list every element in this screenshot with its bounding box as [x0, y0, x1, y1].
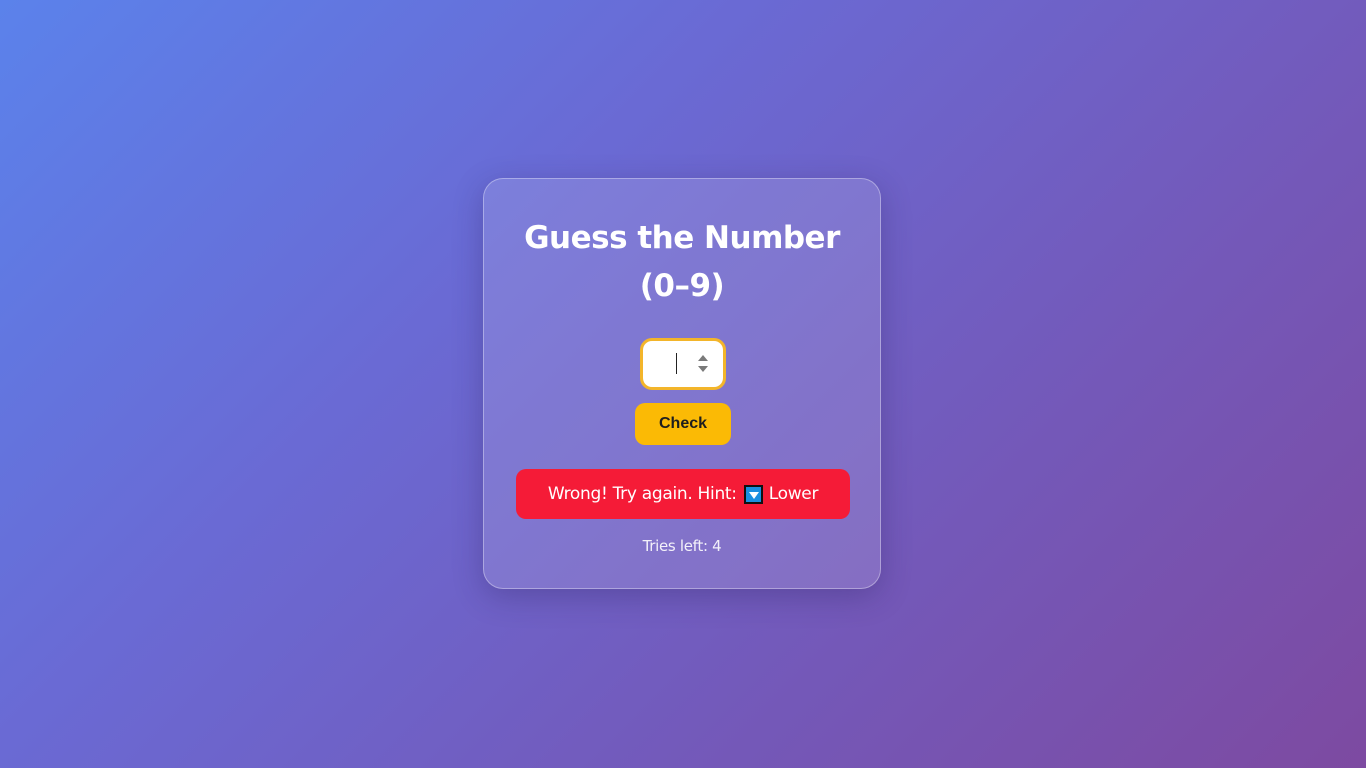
- title-line-2: (0–9): [639, 268, 725, 304]
- hint-label: Lower: [768, 484, 819, 504]
- title-line-1: Guess the Number: [524, 220, 840, 256]
- down-arrow-icon: [743, 484, 763, 504]
- page-title: Guess the Number (0–9): [484, 214, 880, 310]
- spin-up-icon[interactable]: [698, 355, 708, 361]
- result-message: Wrong! Try again. Hint: Lower: [516, 469, 850, 519]
- check-button[interactable]: Check: [635, 403, 731, 445]
- text-caret: [676, 353, 677, 374]
- number-spinner[interactable]: [697, 353, 709, 375]
- tries-left-counter: Tries left: 4: [642, 537, 722, 555]
- message-text: Wrong! Try again. Hint:: [547, 484, 737, 504]
- spin-down-icon[interactable]: [698, 366, 708, 372]
- guess-number-input[interactable]: [640, 338, 726, 390]
- game-card: Guess the Number (0–9) Check Wrong! Try …: [483, 178, 881, 589]
